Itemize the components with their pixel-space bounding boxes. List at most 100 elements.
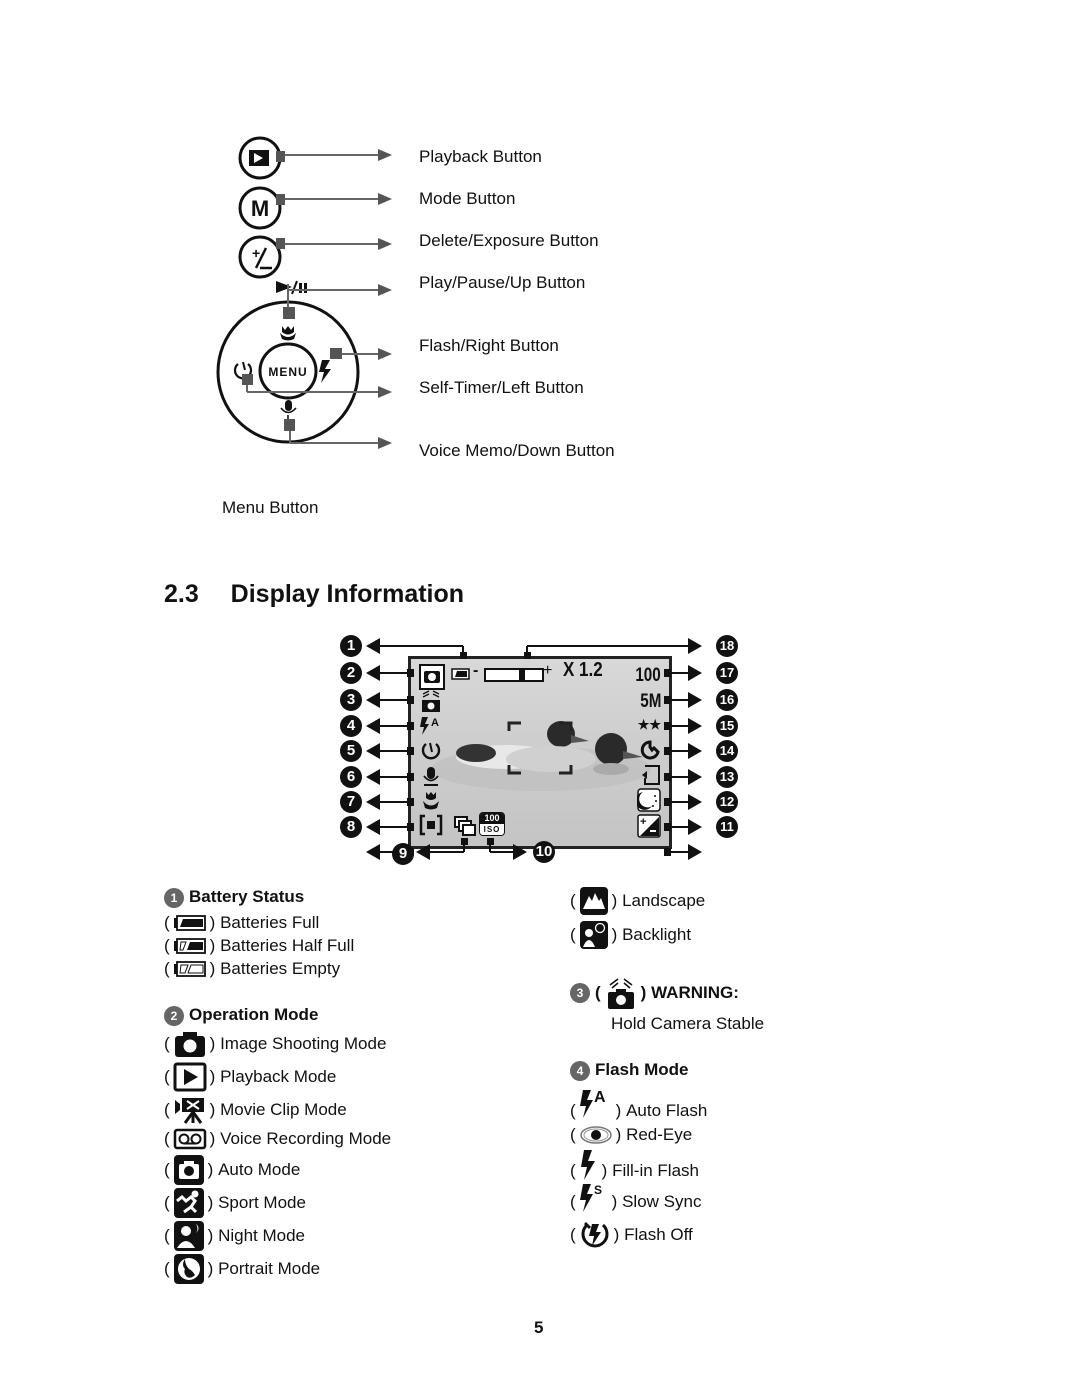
left-callout-arrowhead: [366, 794, 380, 810]
right-callout-anchor: [664, 722, 671, 730]
battery-empty-icon: [173, 961, 206, 977]
right-callout-anchor: [664, 773, 671, 781]
playback-mode-row: ( ) Playback Mode: [164, 1062, 336, 1092]
flash-mode-title: Flash Mode: [595, 1060, 689, 1079]
operation-mode-heading: 2 Operation Mode: [164, 1005, 318, 1026]
right-callout-arrowhead: [688, 769, 702, 785]
callout-11: 11: [716, 816, 738, 838]
sport-mode-label: Sport Mode: [218, 1193, 306, 1212]
callout-4: 4: [340, 715, 362, 737]
button-diagram-graphic: M + MENU: [216, 136, 392, 449]
svg-text:+: +: [252, 245, 260, 261]
red-eye-icon: [579, 1126, 612, 1144]
sport-mode-row: ( ) Sport Mode: [164, 1187, 306, 1219]
section-badge-2: 2: [164, 1005, 184, 1026]
landscape-row: ( ) Landscape: [570, 886, 705, 916]
right-callout-anchor: [664, 696, 671, 704]
voice-memo-down-button-label: Voice Memo/Down Button: [419, 441, 615, 460]
portrait-mode-icon: [173, 1254, 204, 1284]
fill-in-flash-label: Fill-in Flash: [612, 1161, 699, 1180]
callout-12: 12: [716, 791, 738, 813]
lcd-callout-arrows: [366, 638, 702, 860]
left-callout-arrowhead: [366, 844, 380, 860]
auto-flash-label: Auto Flash: [626, 1101, 708, 1120]
left-callout-arrowhead: [366, 819, 380, 835]
right-callout-arrowhead: [688, 718, 702, 734]
section-title: Display Information: [230, 580, 465, 608]
image-shooting-mode-label: Image Shooting Mode: [220, 1034, 387, 1053]
left-callout-anchor: [407, 798, 414, 806]
page-number: 5: [534, 1318, 544, 1337]
macro-icon: [280, 326, 296, 341]
section-badge-3: 3: [570, 983, 590, 1003]
movie-clip-mode-row: ( ) Movie Clip Mode: [164, 1096, 347, 1124]
svg-text:A: A: [594, 1089, 606, 1106]
portrait-mode-row: ( ) Portrait Mode: [164, 1253, 320, 1285]
camera-shake-icon: [607, 978, 634, 1009]
operation-mode-title: Operation Mode: [189, 1005, 319, 1024]
flash-off-row: ( ) Flash Off: [570, 1219, 693, 1251]
slow-sync-icon: S: [579, 1183, 602, 1212]
battery-half-label: Batteries Half Full: [220, 936, 355, 955]
night-mode-icon: [173, 1221, 204, 1251]
battery-empty-row: ( ) Batteries Empty: [164, 959, 341, 978]
menu-button-label: Menu Button: [222, 498, 319, 517]
auto-mode-icon: [173, 1155, 204, 1185]
callout-5: 5: [340, 740, 362, 762]
callout-6: 6: [340, 766, 362, 788]
left-callout-anchor: [407, 722, 414, 730]
left-callout-anchor: [407, 823, 414, 831]
callout-18: 18: [716, 635, 738, 657]
portrait-mode-label: Portrait Mode: [218, 1259, 321, 1278]
delete-exposure-button-label: Delete/Exposure Button: [419, 231, 599, 250]
battery-status-heading: 1 Battery Status: [164, 887, 304, 908]
voice-recording-mode-label: Voice Recording Mode: [220, 1129, 392, 1148]
section-number: 2.3: [164, 580, 199, 608]
movie-clip-mode-label: Movie Clip Mode: [220, 1100, 347, 1119]
microphone-icon: [280, 400, 297, 419]
voice-recording-mode-row: ( ) Voice Recording Mode: [164, 1128, 392, 1150]
auto-flash-row: ( A ) Auto Flash: [570, 1086, 707, 1122]
red-eye-label: Red-Eye: [626, 1125, 693, 1144]
slow-sync-label: Slow Sync: [622, 1192, 702, 1211]
callout-15: 15: [716, 715, 738, 737]
battery-full-row: ( ) Batteries Full: [164, 913, 320, 932]
sport-mode-icon: [173, 1188, 204, 1218]
play-pause-icon: [276, 280, 307, 295]
flash-mode-heading: 4 Flash Mode: [570, 1060, 689, 1081]
right-callout-anchor: [664, 848, 671, 856]
self-timer-left-button-label: Self-Timer/Left Button: [419, 378, 584, 397]
night-mode-row: ( ) Night Mode: [164, 1220, 305, 1252]
right-callout-arrowhead: [688, 794, 702, 810]
fill-in-flash-icon: [580, 1150, 595, 1180]
right-callout-anchor: [664, 823, 671, 831]
callout-10: 10: [533, 841, 555, 863]
section-badge-4: 4: [570, 1060, 590, 1081]
left-callout-arrowhead: [366, 743, 380, 759]
backlight-icon: [579, 921, 608, 949]
play-pause-up-button-label: Play/Pause/Up Button: [419, 273, 586, 292]
right-callout-arrowhead: [688, 819, 702, 835]
callout-16: 16: [716, 689, 738, 711]
left-callout-arrowhead: [366, 692, 380, 708]
movie-camera-icon: [174, 1098, 204, 1124]
exposure-icon: +: [238, 235, 282, 279]
auto-mode-label: Auto Mode: [218, 1160, 301, 1179]
svg-text:S: S: [594, 1183, 602, 1197]
left-callout-arrowhead: [366, 769, 380, 785]
flash-right-button-label: Flash/Right Button: [419, 336, 559, 355]
cassette-icon: [173, 1128, 206, 1150]
red-eye-row: ( ) Red-Eye: [570, 1125, 693, 1144]
flash-icon: [319, 360, 331, 383]
left-callout-arrowhead: [366, 718, 380, 734]
flash-off-icon: [581, 1221, 609, 1248]
section-badge-1: 1: [164, 887, 184, 908]
image-shooting-mode-row: ( ) Image Shooting Mode: [164, 1030, 386, 1058]
callout-9: 9: [392, 843, 414, 865]
left-callout-anchor: [407, 696, 414, 704]
callout-2: 2: [340, 662, 362, 684]
right-callout-anchor: [664, 747, 671, 755]
camera-icon: [174, 1032, 205, 1057]
callout-17: 17: [716, 662, 738, 684]
battery-half-row: ( ) Batteries Half Full: [164, 936, 355, 955]
